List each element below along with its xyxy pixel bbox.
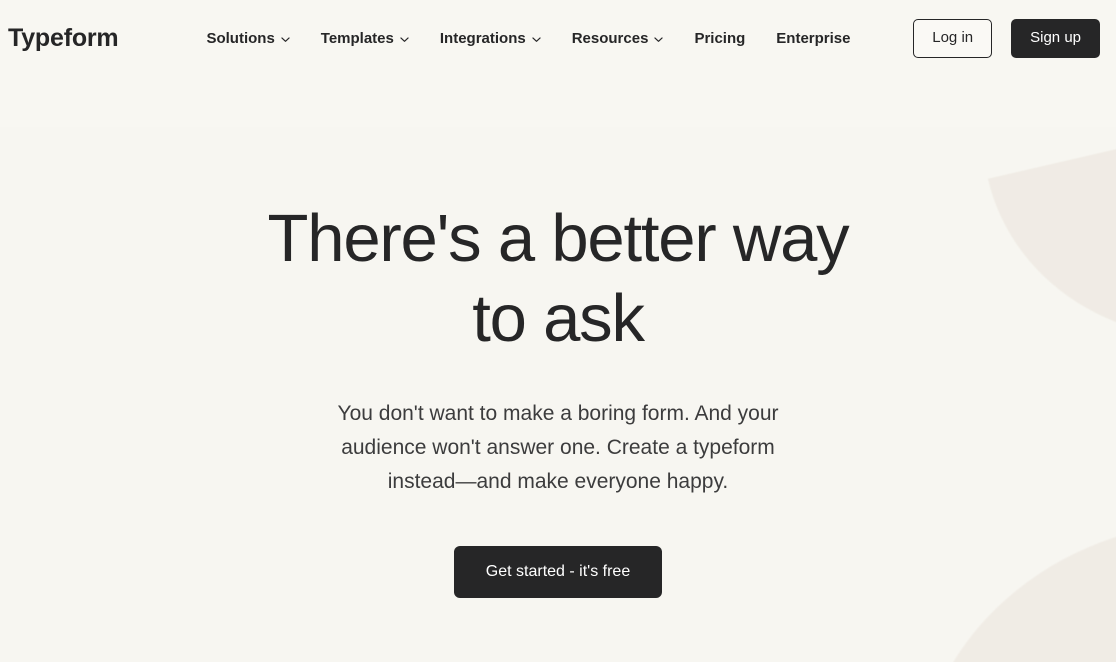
nav-item-resources[interactable]: Resources [572, 25, 664, 52]
nav-item-integrations[interactable]: Integrations [440, 25, 541, 52]
nav-item-solutions[interactable]: Solutions [206, 25, 290, 52]
hero-section: There's a better way to ask You don't wa… [0, 127, 1116, 598]
log-in-button[interactable]: Log in [913, 18, 993, 58]
site-header: Typeform Solutions Templates Integration… [0, 0, 1116, 127]
nav-item-enterprise[interactable]: Enterprise [776, 25, 850, 52]
sign-up-button[interactable]: Sign up [1011, 18, 1100, 58]
hero-headline: There's a better way to ask [238, 199, 878, 359]
chevron-down-icon [400, 35, 409, 44]
chevron-down-icon [532, 35, 541, 44]
get-started-button[interactable]: Get started - it's free [453, 546, 663, 598]
nav-item-label: Pricing [694, 29, 746, 47]
hero-subtitle: You don't want to make a boring form. An… [337, 402, 779, 493]
nav-item-pricing[interactable]: Pricing [694, 25, 745, 52]
typeform-logo[interactable]: Typeform [8, 25, 119, 51]
chevron-down-icon [281, 35, 290, 44]
nav-item-label: Integrations [439, 29, 526, 47]
header-inner: Typeform Solutions Templates Integration… [8, 0, 1104, 76]
hero-cta-container: Get started - it's free [0, 546, 1116, 598]
nav-item-label: Resources [571, 29, 649, 47]
nav-item-templates[interactable]: Templates [321, 25, 409, 52]
nav-item-label: Templates [320, 29, 394, 47]
hero-headline-line-1: There's a better way [267, 201, 850, 276]
header-actions: Log in Sign up [913, 18, 1104, 58]
hero-headline-line-2: to ask [472, 281, 645, 356]
page-root: Typeform Solutions Templates Integration… [0, 0, 1116, 662]
main-navigation: Solutions Templates Integrations Resourc… [206, 25, 850, 52]
nav-item-label: Enterprise [776, 29, 851, 47]
nav-item-label: Solutions [206, 29, 275, 47]
chevron-down-icon [654, 35, 664, 44]
